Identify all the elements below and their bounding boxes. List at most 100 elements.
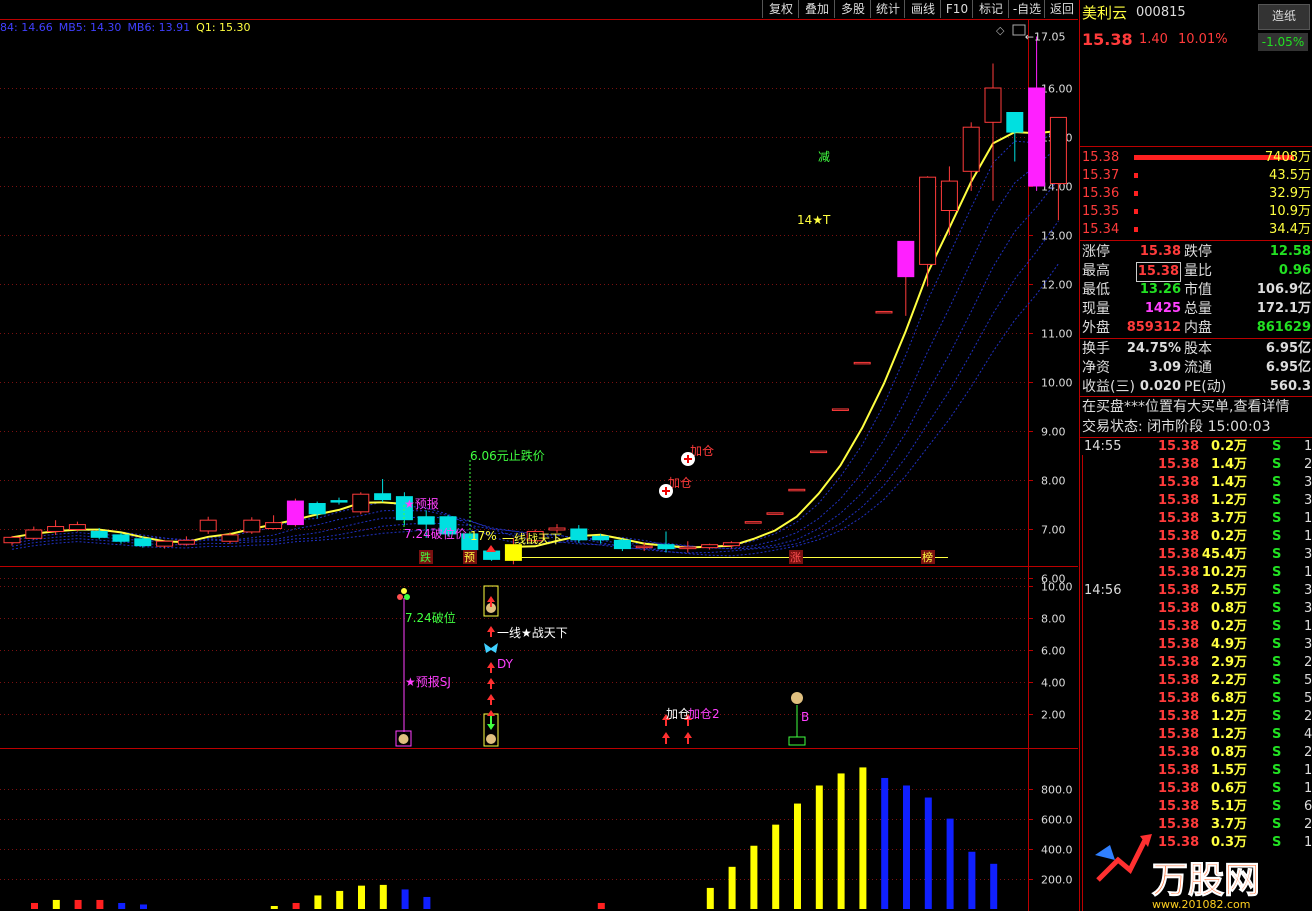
volume-bar	[379, 884, 387, 909]
watermark-logo: 万股网 www.201082.com	[1095, 834, 1261, 910]
signal-label: DY	[497, 657, 514, 671]
volume-bar	[772, 824, 780, 909]
up-arrow-icon	[486, 545, 496, 552]
volume-bar	[423, 896, 431, 909]
diamond-icon[interactable]: ◇	[996, 24, 1005, 37]
kline-chart[interactable]: 16.0015.0014.0013.0012.0011.0010.009.008…	[0, 0, 1078, 911]
divider	[1080, 396, 1312, 397]
bid-volume: 43.5万	[1269, 168, 1311, 183]
tick-row: 15.38 0.8万 S 3	[1080, 600, 1312, 618]
candle	[744, 521, 762, 524]
tick-count: 1	[1304, 439, 1312, 454]
up-arrow-icon	[487, 662, 495, 673]
stat-value: 560.3	[1269, 379, 1311, 394]
divider	[1080, 240, 1312, 241]
tick-side: S	[1272, 529, 1282, 544]
bid-volume: 7408万	[1264, 150, 1311, 165]
bid-volume-bar	[1134, 227, 1138, 232]
tick-volume: 1.4万	[1210, 475, 1247, 490]
volume-tick-label: 200.0	[1041, 874, 1073, 887]
stat-label: 收益(三)	[1082, 379, 1135, 395]
tick-side: S	[1272, 709, 1282, 724]
tick-volume: 0.8万	[1210, 745, 1247, 760]
volume-bar	[358, 885, 365, 909]
candle	[156, 540, 174, 547]
ma-ribbon-line	[11, 129, 1059, 548]
tick-volume: 0.8万	[1210, 601, 1247, 616]
tick-row: 15.38 10.2万 S 1	[1080, 564, 1312, 582]
tick-volume: 1.5万	[1210, 763, 1247, 778]
candle	[3, 536, 21, 544]
signal-dot	[401, 588, 407, 594]
stat-row: 最低 13.26 市值 106.9亿	[1080, 281, 1312, 299]
candle	[112, 534, 130, 542]
bid-volume: 10.9万	[1269, 204, 1311, 219]
tick-row: 15.38 0.8万 S 2	[1080, 744, 1312, 762]
bid-row: 15.35 10.9万	[1080, 203, 1312, 221]
price-row: 15.38 1.40 10.01% -1.05%	[1080, 31, 1312, 53]
tick-row: 15.38 1.2万 S 3	[1080, 492, 1312, 510]
chart-grid	[0, 19, 1078, 911]
candle	[134, 538, 152, 547]
tick-row: 15.38 5.1万 S 6	[1080, 798, 1312, 816]
tick-row: 15.38 1.2万 S 4	[1080, 726, 1312, 744]
stat-label: 换手	[1082, 341, 1110, 357]
tick-side: S	[1272, 655, 1282, 670]
signal-badge-label: 预	[464, 551, 475, 564]
tick-side: S	[1272, 601, 1282, 616]
candle	[483, 550, 501, 560]
candle	[897, 240, 915, 278]
price-tick-label: 9.00	[1041, 426, 1066, 439]
stat-label: 最高	[1082, 263, 1110, 279]
bid-row: 15.34 34.4万	[1080, 221, 1312, 239]
volume-bar	[336, 890, 344, 909]
tick-volume: 2.5万	[1210, 583, 1247, 598]
candle	[504, 544, 522, 561]
candle	[330, 500, 348, 503]
tick-row: 15.38 1.4万 S 3	[1080, 474, 1312, 492]
sector-tag[interactable]: 造纸	[1258, 4, 1310, 30]
price-change: 1.40	[1139, 32, 1168, 47]
chart-annotation: 17%	[470, 529, 497, 543]
tick-count: 1	[1304, 835, 1312, 850]
volume-tick-label: 800.0	[1041, 784, 1073, 797]
signal-tick-label: 8.00	[1041, 613, 1066, 626]
stat-value: 15.38	[1139, 244, 1181, 259]
bid-price: 15.35	[1082, 204, 1120, 219]
stat-label: 股本	[1184, 341, 1212, 357]
price-tick-label: 13.00	[1041, 230, 1073, 243]
notice[interactable]: 在买盘***位置有大买单,查看详情	[1080, 398, 1312, 416]
tick-volume: 2.9万	[1210, 655, 1247, 670]
tick-side: S	[1272, 439, 1282, 454]
tick-row: 15.38 45.4万 S 3	[1080, 546, 1312, 564]
divider	[1082, 455, 1083, 911]
down-arrow-icon	[487, 716, 495, 730]
candle	[788, 488, 806, 492]
volume-bar	[292, 902, 300, 909]
stat-value: 859312	[1126, 320, 1181, 335]
logo-url: www.201082.com	[1152, 898, 1250, 910]
stat-row: 涨停 15.38 跌停 12.58	[1080, 243, 1312, 261]
bid-volume-bar	[1134, 173, 1138, 178]
tick-side: S	[1272, 619, 1282, 634]
up-arrow-icon	[662, 732, 670, 744]
signal-badge-label: 跌	[420, 550, 431, 564]
signal-panel: 10.00 8.00 6.00 4.00 2.00 7.24破位 ★预报SJ 一线★战天下 DY…	[0, 581, 1073, 747]
window-icon[interactable]	[1012, 24, 1026, 36]
signal-label: B	[801, 710, 809, 724]
stat-label: 量比	[1184, 263, 1212, 279]
stat-label: 流通	[1184, 360, 1212, 376]
volume-bar	[74, 899, 82, 909]
tick-price: 15.38	[1158, 709, 1200, 724]
stat-label: 市值	[1184, 282, 1212, 298]
tick-volume: 0.2万	[1210, 529, 1247, 544]
candle	[940, 180, 958, 212]
tick-side: S	[1272, 673, 1282, 688]
bid-volume: 34.4万	[1269, 222, 1311, 237]
tick-price: 15.38	[1158, 727, 1200, 742]
chart-annotations: ←17.056.06元止跌价7.24破位价 17% 一线战天下加仓加仓14★T减★预…	[403, 31, 1066, 564]
volume-bar	[728, 866, 736, 909]
tick-count: 5	[1304, 673, 1312, 688]
stat-row: 现量 1425 总量 172.1万	[1080, 300, 1312, 318]
tick-price: 15.38	[1158, 781, 1200, 796]
